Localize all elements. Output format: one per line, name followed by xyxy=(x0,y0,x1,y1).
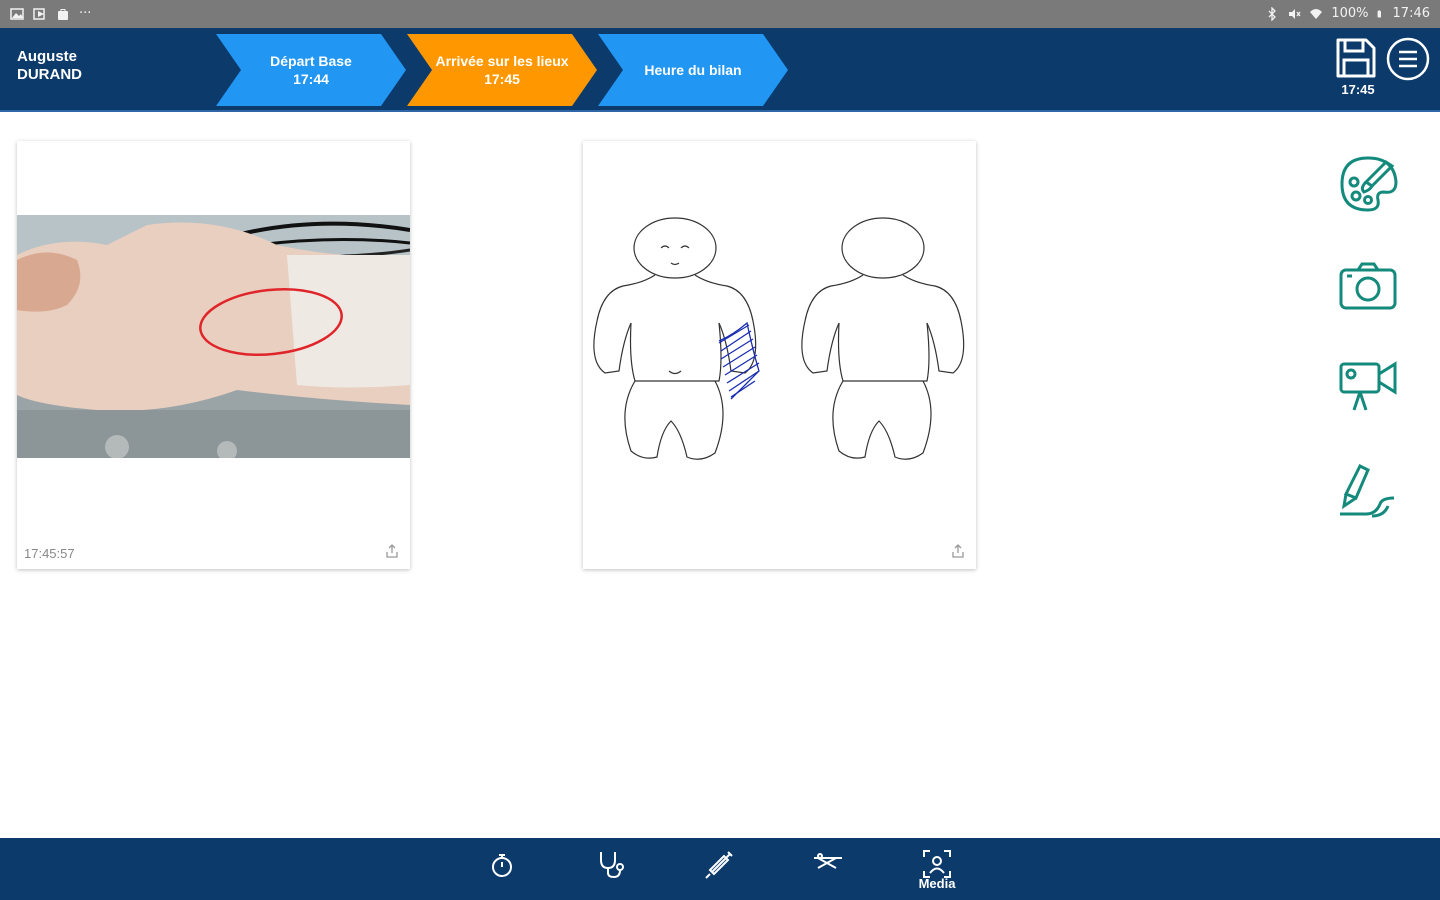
step-label: Départ Base xyxy=(270,53,352,69)
video-camera-icon[interactable] xyxy=(1336,352,1400,416)
camera-icon[interactable] xyxy=(1336,256,1400,320)
nav-label-media: Media xyxy=(918,876,956,891)
nav-media[interactable]: Media xyxy=(909,844,965,896)
nav-stretcher[interactable] xyxy=(800,844,856,896)
step-heure-bilan[interactable]: Heure du bilan xyxy=(598,34,788,106)
photo-card[interactable]: 17:45:57 xyxy=(17,141,410,569)
body-diagram[interactable] xyxy=(583,211,976,471)
status-bar: ··· 100% 17:46 xyxy=(0,0,1440,28)
signature-icon[interactable] xyxy=(1336,458,1400,522)
nav-stethoscope[interactable] xyxy=(583,844,639,896)
palette-icon[interactable] xyxy=(1336,152,1400,216)
patient-name[interactable]: Auguste DURAND xyxy=(17,48,82,84)
wound-photo[interactable] xyxy=(17,215,410,458)
step-time: 17:45 xyxy=(484,71,520,87)
step-label: Arrivée sur les lieux xyxy=(435,53,569,69)
step-depart-base[interactable]: Départ Base 17:44 xyxy=(216,34,406,106)
play-store-notification-icon xyxy=(33,7,45,20)
syringe-icon xyxy=(705,851,733,879)
bodymap-card[interactable] xyxy=(583,141,976,569)
bottom-nav: Media xyxy=(0,838,1440,900)
battery-percent: 100% xyxy=(1331,6,1369,21)
more-notifications-icon: ··· xyxy=(79,6,92,21)
photo-timestamp: 17:45:57 xyxy=(24,546,75,561)
patient-last-name: DURAND xyxy=(17,66,82,83)
bag-notification-icon xyxy=(58,8,68,20)
gallery-notification-icon xyxy=(10,7,24,20)
patient-first-name: Auguste xyxy=(17,48,77,65)
save-icon[interactable] xyxy=(1332,34,1380,82)
clock: 17:46 xyxy=(1392,6,1430,21)
mute-icon xyxy=(1289,8,1301,19)
step-arrivee-lieux[interactable]: Arrivée sur les lieux 17:45 xyxy=(407,34,597,106)
stethoscope-icon xyxy=(600,852,624,879)
nav-stopwatch[interactable] xyxy=(474,844,530,896)
app-header: Auguste DURAND Départ Base 17:44 Arrivée… xyxy=(0,28,1440,112)
stopwatch-icon xyxy=(492,854,512,877)
share-icon[interactable] xyxy=(384,543,400,559)
battery-icon xyxy=(1377,9,1381,17)
nav-syringe[interactable] xyxy=(692,844,748,896)
save-time: 17:45 xyxy=(1341,82,1375,97)
stretcher-icon xyxy=(814,853,842,869)
step-label: Heure du bilan xyxy=(644,62,742,78)
share-icon[interactable] xyxy=(950,543,966,559)
wifi-icon xyxy=(1310,8,1323,19)
menu-icon[interactable] xyxy=(1386,37,1430,81)
bluetooth-icon xyxy=(1268,6,1277,21)
step-time: 17:44 xyxy=(293,71,329,87)
